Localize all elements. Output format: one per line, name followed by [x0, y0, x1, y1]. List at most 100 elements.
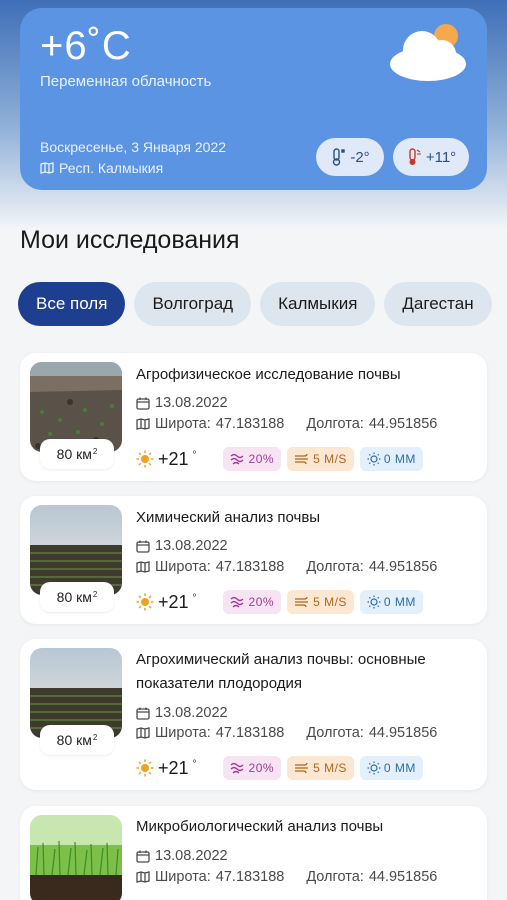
date-value: 13.08.2022 [155, 705, 228, 721]
humidity-badge: 20% [222, 756, 282, 780]
map-icon [136, 727, 150, 739]
humidity-value: 20% [248, 595, 275, 609]
rain-badge: 0 MM [359, 447, 423, 471]
rain-badge: 0 MM [359, 756, 423, 780]
longitude-value: 44.951856 [368, 559, 438, 575]
tab-kalmykia[interactable]: Калмыкия [260, 282, 376, 326]
latitude-label: Широта: [155, 416, 211, 432]
rain-value: 0 MM [383, 595, 416, 609]
thermometer-hot-icon [409, 148, 421, 165]
card-temperature: +21 ° [136, 449, 197, 470]
card-coordinates: Широта: 47.183188 Долгота: 44.951856 [136, 416, 437, 432]
area-value: 80 км [56, 589, 92, 605]
sun-outline-icon [367, 452, 381, 466]
date-value: 13.08.2022 [155, 538, 228, 554]
min-temp-pill: -2° [316, 138, 384, 176]
rain-value: 0 MM [383, 452, 416, 466]
calendar-icon [136, 707, 150, 720]
wind-badge: 5 M/S [287, 756, 354, 780]
weather-date: Воскресенье, 3 Января 2022 [40, 139, 227, 155]
latitude-label: Широта: [155, 559, 211, 575]
longitude-value: 44.951856 [368, 869, 438, 885]
research-card[interactable]: 80 км 2 Агрофизическое исследование почвы… [20, 353, 487, 481]
calendar-icon [136, 540, 150, 553]
humidity-badge: 20% [222, 447, 282, 471]
wind-badge: 5 M/S [287, 447, 354, 471]
latitude-value: 47.183188 [215, 559, 285, 575]
humidity-value: 20% [248, 452, 275, 466]
area-value: 80 км [56, 732, 92, 748]
date-value: 13.08.2022 [155, 848, 228, 864]
rain-value: 0 MM [383, 761, 416, 775]
thermometer-cold-icon [333, 148, 346, 166]
wind-icon [295, 453, 309, 465]
longitude-label: Долгота: [306, 416, 364, 432]
map-icon [136, 871, 150, 883]
wind-icon [295, 596, 309, 608]
longitude-label: Долгота: [306, 559, 364, 575]
research-card[interactable]: 80 км 2 Химический анализ почвы 13.08.202… [20, 496, 487, 624]
area-badge: 80 км 2 [40, 439, 114, 469]
card-date: 13.08.2022 [136, 705, 228, 721]
longitude-value: 44.951856 [368, 416, 438, 432]
sun-icon [136, 450, 154, 468]
map-icon [40, 162, 54, 174]
rain-badge: 0 MM [359, 590, 423, 614]
calendar-icon [136, 397, 150, 410]
tab-volgograd[interactable]: Волгоград [134, 282, 252, 326]
longitude-label: Долгота: [306, 725, 364, 741]
research-card[interactable]: 80 км 2 Агрохимический анализ почвы: осно… [20, 639, 487, 790]
card-title: Агрофизическое исследование почвы [136, 366, 401, 383]
card-title: Химический анализ почвы [136, 509, 321, 526]
map-icon [136, 561, 150, 573]
tab-all-fields[interactable]: Все поля [18, 282, 126, 326]
latitude-label: Широта: [155, 725, 211, 741]
card-coordinates: Широта: 47.183188 Долгота: 44.951856 [136, 869, 437, 885]
card-temperature: +21 ° [136, 758, 197, 779]
card-title: Микробиологический анализ почвы [136, 818, 384, 835]
temperature-value: +21 [158, 448, 189, 469]
weather-region: Респ. Калмыкия [40, 160, 163, 176]
section-title: Мои исследования [20, 226, 240, 254]
card-weather-stats: +21 ° 20% 5 M/S 0 MM [136, 447, 423, 471]
latitude-value: 47.183188 [215, 869, 285, 885]
card-coordinates: Широта: 47.183188 Долгота: 44.951856 [136, 725, 437, 741]
max-temp-value: +11° [425, 148, 457, 166]
longitude-label: Долгота: [306, 869, 364, 885]
card-weather-stats: +21 ° 20% 5 M/S 0 MM [136, 756, 423, 780]
humidity-icon [230, 762, 244, 774]
filter-tabs: Все поля Волгоград Калмыкия Дагестан [18, 282, 492, 326]
weather-condition: Переменная облачность [40, 73, 212, 90]
field-photo [30, 815, 122, 900]
current-temperature: +6˚C [40, 24, 132, 68]
sun-outline-icon [367, 761, 381, 775]
humidity-icon [230, 596, 244, 608]
wind-value: 5 M/S [313, 452, 347, 466]
weather-card[interactable]: +6˚C Переменная облачность Воскресенье, … [20, 8, 487, 190]
latitude-label: Широта: [155, 869, 211, 885]
card-title: Агрохимический анализ почвы: основные по… [136, 651, 426, 692]
sun-icon [136, 759, 154, 777]
longitude-value: 44.951856 [368, 725, 438, 741]
sun-icon [136, 593, 154, 611]
area-value: 80 км [56, 446, 92, 462]
humidity-icon [230, 453, 244, 465]
temperature-value: +21 [158, 757, 189, 778]
research-card[interactable]: Микробиологический анализ почвы 13.08.20… [20, 806, 487, 900]
map-icon [136, 418, 150, 430]
min-temp-value: -2° [350, 148, 370, 166]
card-date: 13.08.2022 [136, 395, 228, 411]
max-temp-pill: +11° [393, 138, 469, 176]
latitude-value: 47.183188 [215, 416, 285, 432]
latitude-value: 47.183188 [215, 725, 285, 741]
card-coordinates: Широта: 47.183188 Долгота: 44.951856 [136, 559, 437, 575]
card-date: 13.08.2022 [136, 538, 228, 554]
wind-value: 5 M/S [313, 761, 347, 775]
wind-value: 5 M/S [313, 595, 347, 609]
date-value: 13.08.2022 [155, 395, 228, 411]
humidity-badge: 20% [222, 590, 282, 614]
tab-dagestan[interactable]: Дагестан [384, 282, 492, 326]
wind-badge: 5 M/S [287, 590, 354, 614]
area-badge: 80 км 2 [40, 582, 114, 612]
region-label: Респ. Калмыкия [59, 160, 164, 176]
